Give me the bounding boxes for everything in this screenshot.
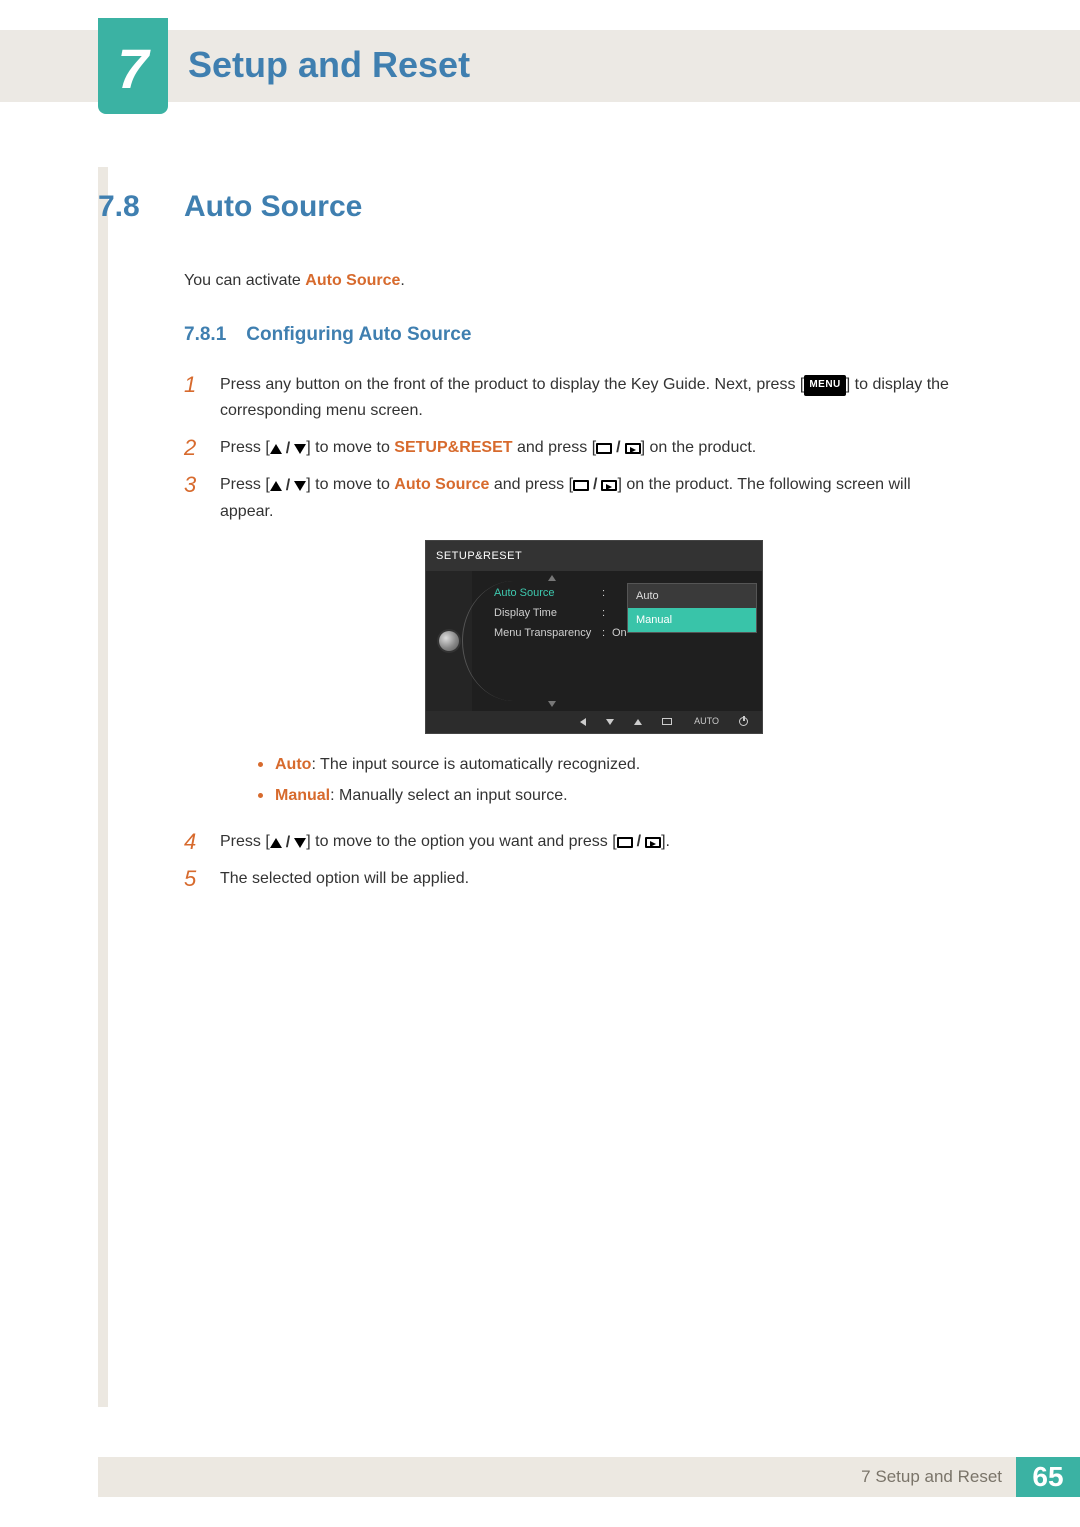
osd-colon: : xyxy=(602,624,612,642)
enter-source-icon: / xyxy=(573,472,617,498)
osd-enter-icon xyxy=(662,718,672,725)
intro-suffix: . xyxy=(400,272,404,289)
step-1: 1 Press any button on the front of the p… xyxy=(184,372,968,425)
intro-prefix: You can activate xyxy=(184,272,305,289)
osd-back-icon xyxy=(580,718,586,726)
osd-scroll-down-icon xyxy=(548,701,556,707)
up-down-arrow-icon: / xyxy=(270,436,306,462)
bullet-icon xyxy=(258,793,263,798)
chapter-title: Setup and Reset xyxy=(188,44,470,86)
step-2-text-b: ] to move to xyxy=(306,439,394,456)
osd-option-auto: Auto xyxy=(628,584,756,608)
step-2-text-a: Press [ xyxy=(220,439,270,456)
menu-button-icon: MENU xyxy=(804,375,845,396)
step-number: 5 xyxy=(184,866,202,892)
step-2: 2 Press [/] to move to SETUP&RESET and p… xyxy=(184,435,968,462)
step-2-text-c: and press [ xyxy=(513,439,597,456)
enter-source-icon: / xyxy=(596,435,640,461)
chapter-number-badge: 7 xyxy=(98,18,168,114)
osd-scroll-up-icon xyxy=(548,575,556,581)
step-4-text-b: ] to move to the option you want and pre… xyxy=(306,833,616,850)
enter-source-icon: / xyxy=(617,829,661,855)
step-number: 4 xyxy=(184,829,202,856)
step-1-text-a: Press any button on the front of the pro… xyxy=(220,376,804,393)
step-5-text: The selected option will be applied. xyxy=(220,866,968,892)
section-title: Auto Source xyxy=(184,190,362,224)
osd-option-manual: Manual xyxy=(628,608,756,632)
step-4: 4 Press [/] to move to the option you wa… xyxy=(184,829,968,856)
osd-dropdown: Auto Manual xyxy=(627,583,757,633)
step-2-target: SETUP&RESET xyxy=(394,439,512,456)
gear-icon xyxy=(439,631,459,651)
osd-screenshot: SETUP&RESET Auto Source : xyxy=(425,540,763,734)
osd-colon: : xyxy=(602,604,612,622)
section-number: 7.8 xyxy=(98,190,160,224)
footer-chapter-label: 7 Setup and Reset xyxy=(861,1467,1016,1487)
step-3-target: Auto Source xyxy=(394,476,489,493)
osd-row-label: Display Time xyxy=(494,604,602,622)
step-number: 3 xyxy=(184,472,202,819)
bullet-term: Manual xyxy=(275,787,330,804)
subsection-title: Configuring Auto Source xyxy=(246,324,471,346)
intro-text: You can activate Auto Source. xyxy=(184,272,968,290)
osd-power-icon xyxy=(739,717,748,726)
bullet-text: : Manually select an input source. xyxy=(330,787,567,804)
osd-row-label: Menu Transparency xyxy=(494,624,602,642)
osd-footer: AUTO xyxy=(426,711,762,733)
step-3-text-a: Press [ xyxy=(220,476,270,493)
step-list: 1 Press any button on the front of the p… xyxy=(184,372,968,893)
step-number: 1 xyxy=(184,372,202,425)
intro-term: Auto Source xyxy=(305,272,400,289)
bullet-auto: Auto: The input source is automatically … xyxy=(258,752,968,778)
up-down-arrow-icon: / xyxy=(270,830,306,856)
up-down-arrow-icon: / xyxy=(270,473,306,499)
step-4-text-c: ]. xyxy=(661,833,670,850)
osd-row-label: Auto Source xyxy=(494,584,602,602)
osd-auto-label: AUTO xyxy=(692,714,719,729)
step-4-text-a: Press [ xyxy=(220,833,270,850)
osd-colon: : xyxy=(602,584,612,602)
step-number: 2 xyxy=(184,435,202,462)
option-bullet-list: Auto: The input source is automatically … xyxy=(258,752,968,809)
osd-down-icon xyxy=(606,719,614,725)
subsection-number: 7.8.1 xyxy=(184,324,226,346)
footer-bar: 7 Setup and Reset 65 xyxy=(98,1457,1080,1497)
step-2-text-d: ] on the product. xyxy=(641,439,757,456)
step-3: 3 Press [/] to move to Auto Source and p… xyxy=(184,472,968,819)
footer-page-number: 65 xyxy=(1016,1457,1080,1497)
bullet-icon xyxy=(258,762,263,767)
bullet-manual: Manual: Manually select an input source. xyxy=(258,783,968,809)
osd-header: SETUP&RESET xyxy=(426,541,762,571)
step-3-text-b: ] to move to xyxy=(306,476,394,493)
osd-up-icon xyxy=(634,719,642,725)
bullet-text: : The input source is automatically reco… xyxy=(311,756,640,773)
step-3-text-c: and press [ xyxy=(489,476,573,493)
bullet-term: Auto xyxy=(275,756,311,773)
step-5: 5 The selected option will be applied. xyxy=(184,866,968,892)
